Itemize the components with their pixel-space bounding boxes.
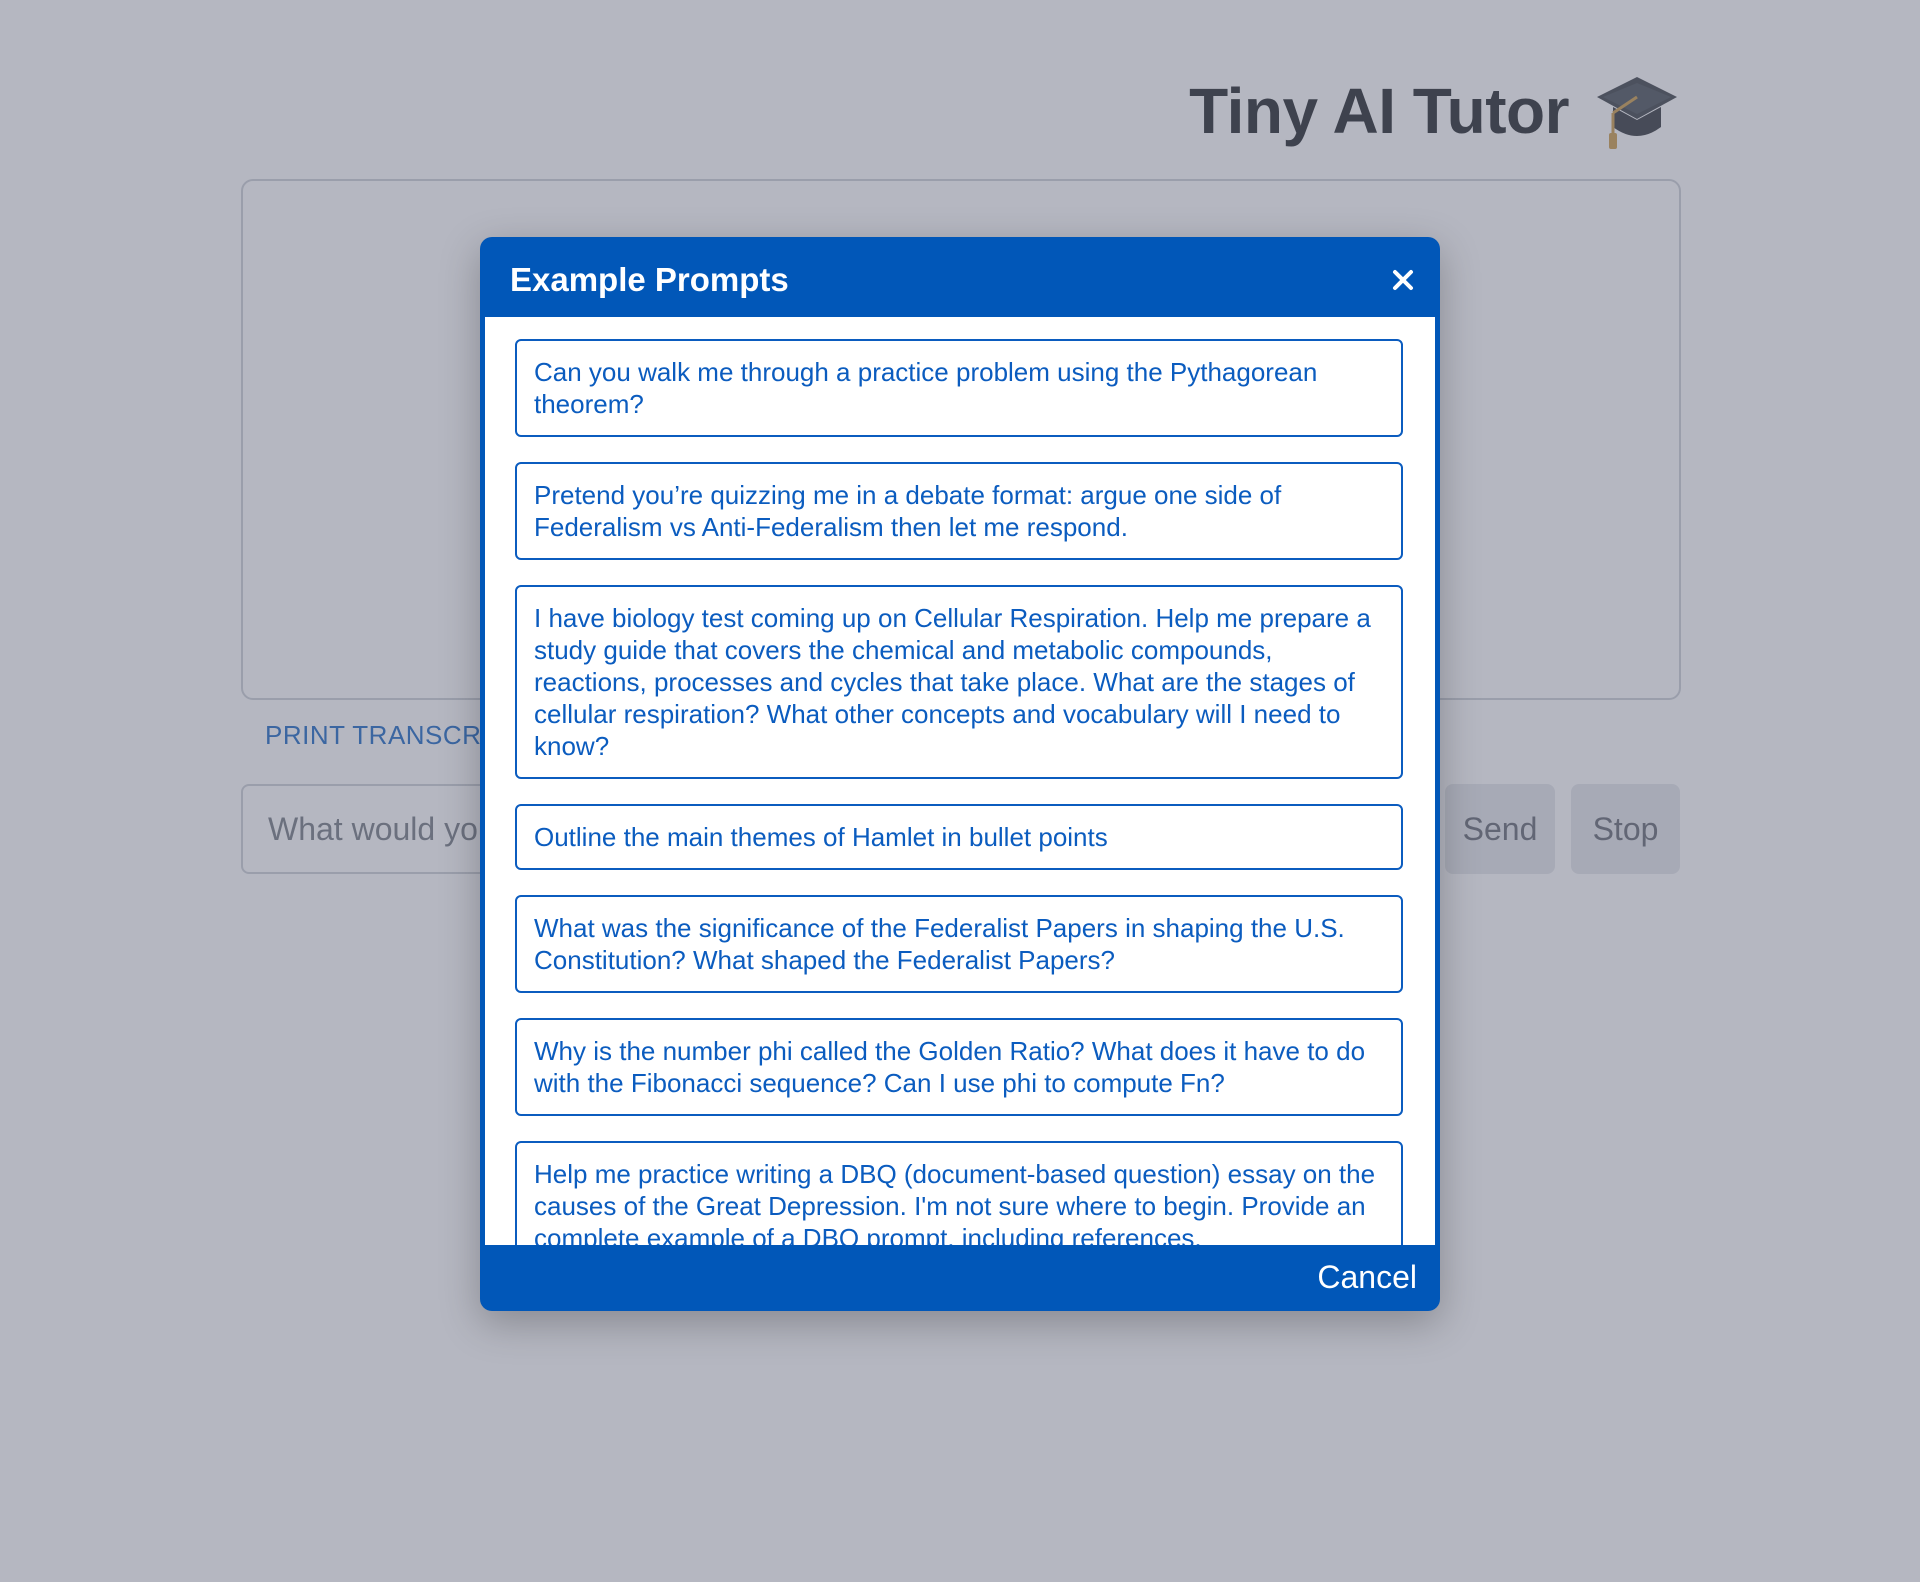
prompt-option[interactable]: Pretend you’re quizzing me in a debate f…: [515, 462, 1403, 560]
close-icon: [1393, 270, 1413, 290]
prompt-option[interactable]: Why is the number phi called the Golden …: [515, 1018, 1403, 1116]
prompt-option[interactable]: Help me practice writing a DBQ (document…: [515, 1141, 1403, 1245]
modal-footer: Cancel: [480, 1245, 1440, 1311]
prompt-option[interactable]: Outline the main themes of Hamlet in bul…: [515, 804, 1403, 870]
prompt-list: Can you walk me through a practice probl…: [515, 339, 1403, 1245]
cancel-button[interactable]: Cancel: [1317, 1259, 1417, 1296]
prompt-option[interactable]: What was the significance of the Federal…: [515, 895, 1403, 993]
prompt-option[interactable]: I have biology test coming up on Cellula…: [515, 585, 1403, 779]
example-prompts-modal: Example Prompts Can you walk me through …: [480, 237, 1440, 1311]
modal-header: Example Prompts: [480, 237, 1440, 317]
modal-body[interactable]: Can you walk me through a practice probl…: [485, 317, 1435, 1245]
close-modal-button[interactable]: [1386, 263, 1420, 297]
prompt-option[interactable]: Can you walk me through a practice probl…: [515, 339, 1403, 437]
modal-title: Example Prompts: [510, 261, 789, 298]
